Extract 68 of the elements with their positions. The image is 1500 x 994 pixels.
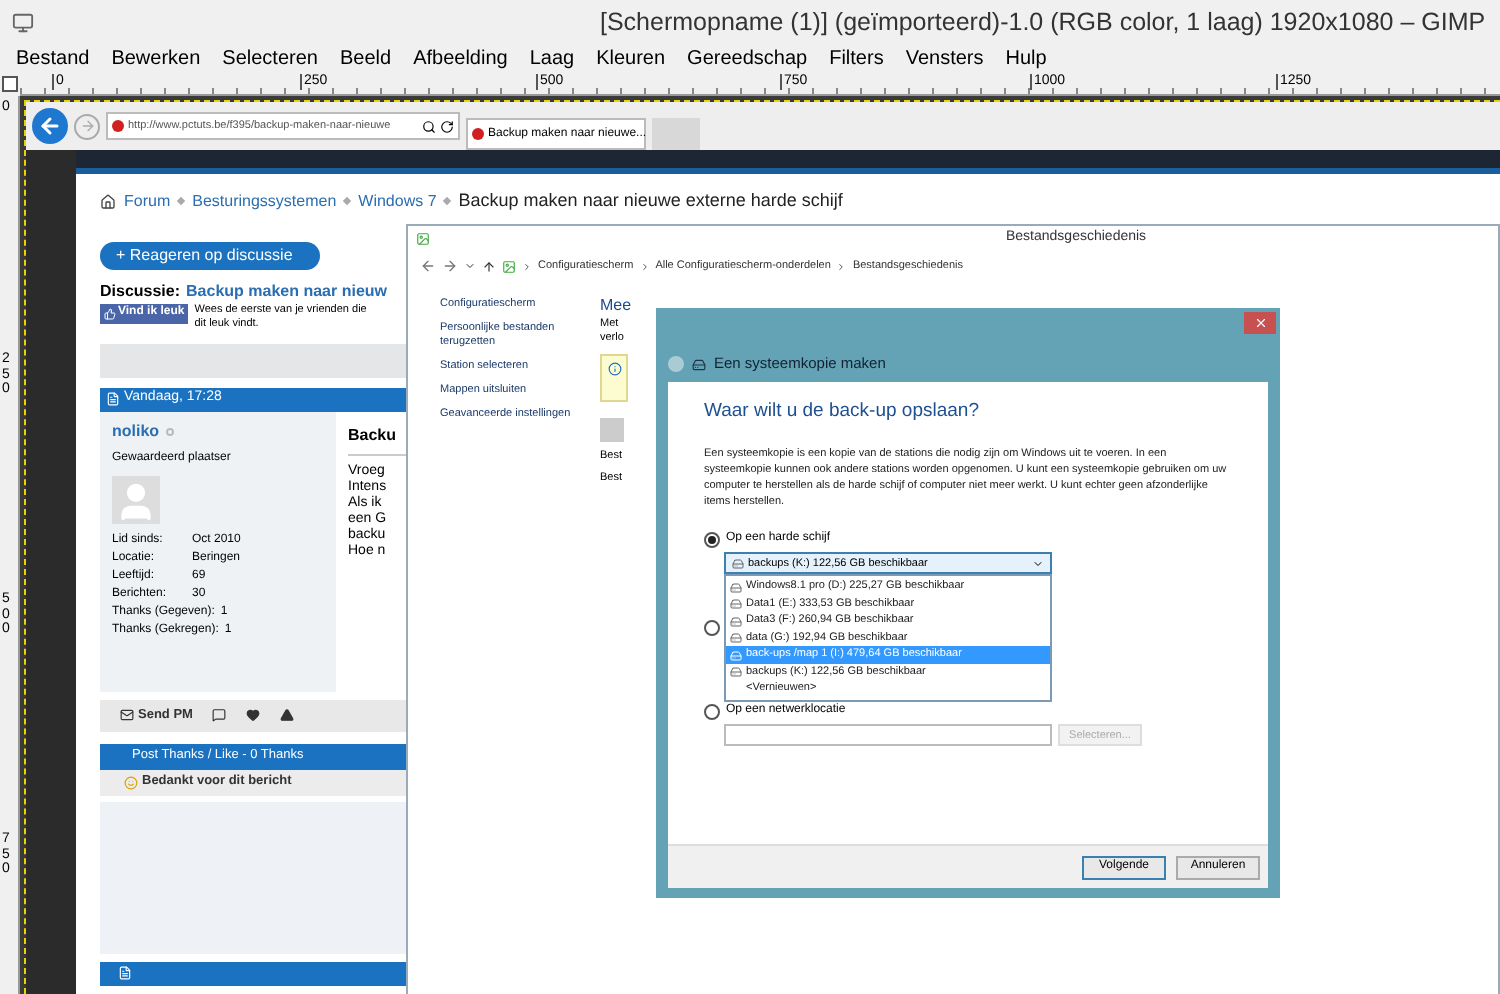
smiley-icon [124, 775, 138, 789]
radio-button[interactable] [704, 620, 720, 637]
forward-arrow-icon [79, 118, 95, 134]
menu-item[interactable]: Hulp [1005, 44, 1047, 74]
menu-item[interactable]: Bestand [16, 44, 90, 74]
chevron-icon [522, 261, 532, 271]
username-link[interactable]: noliko [112, 419, 160, 443]
page-title: Backup maken naar nieuwe externe harde schijf [458, 188, 843, 214]
menu-item[interactable]: Laag [529, 44, 575, 74]
drive-icon [730, 581, 742, 593]
refresh-icon[interactable] [440, 119, 454, 133]
info-banner [600, 354, 628, 402]
up-button[interactable] [482, 259, 496, 273]
chevron-icon [639, 261, 650, 271]
envelope-icon [120, 708, 134, 722]
warning-icon[interactable] [280, 708, 295, 722]
forward-button[interactable] [442, 258, 458, 274]
menu-item[interactable]: Afbeelding [413, 44, 508, 74]
drive-thumbnail [600, 418, 624, 442]
drive-icon [730, 598, 742, 610]
back-arrow-icon [38, 114, 62, 138]
status-icon [165, 427, 174, 435]
dialog-heading: Waar wilt u de back-up opslaan? [704, 398, 981, 426]
chevron-icon [836, 261, 847, 271]
label: Discussie: [100, 279, 181, 303]
document-icon [106, 392, 120, 406]
caret-icon[interactable] [464, 260, 476, 272]
radio-button[interactable] [704, 703, 720, 720]
back-button[interactable] [32, 108, 68, 144]
menu-item[interactable]: Beeld [339, 44, 392, 74]
site-icon [472, 128, 484, 140]
drive-icon [730, 666, 742, 678]
section-heading: Mee [600, 298, 632, 312]
caret-icon [1032, 557, 1044, 570]
breadcrumb-link[interactable]: Forum [124, 189, 171, 214]
document-icon [118, 966, 132, 980]
ruler-corner-icon [2, 76, 18, 92]
breadcrumb-link[interactable]: Windows 7 [358, 189, 437, 214]
window-icon [12, 11, 34, 33]
drive-icon [732, 557, 744, 570]
menu-item[interactable]: Kleuren [596, 44, 666, 74]
quote-icon[interactable] [212, 708, 227, 722]
menu-item[interactable]: Gereedschap [687, 44, 808, 74]
thumbs-up-icon [104, 307, 116, 319]
thread-title: Backup maken naar nieuw [186, 279, 388, 303]
separator-icon [443, 197, 452, 206]
menu-item[interactable]: Filters [829, 44, 884, 74]
site-icon [112, 120, 124, 132]
breadcrumb-link[interactable]: Besturingssystemen [192, 189, 337, 214]
separator-icon [343, 197, 352, 206]
home-icon[interactable] [100, 193, 116, 210]
reply-button[interactable]: + Reageren op discussie [100, 241, 320, 269]
menu-item[interactable]: Bewerken [111, 44, 201, 74]
close-button[interactable] [1244, 312, 1276, 334]
back-button[interactable] [420, 258, 436, 274]
menu-item[interactable]: Vensters [905, 44, 984, 74]
separator-icon [177, 197, 186, 206]
avatar-placeholder [112, 475, 160, 523]
path-input[interactable] [724, 724, 1052, 747]
close-icon [1253, 316, 1267, 330]
drive-icon [730, 649, 742, 661]
search-icon[interactable] [422, 119, 436, 133]
radio-button[interactable] [704, 531, 720, 548]
drive-icon [730, 632, 742, 644]
drive-icon [730, 615, 742, 627]
heart-icon[interactable] [246, 708, 261, 722]
menu-item[interactable]: Selecteren [222, 44, 318, 74]
window-title: [Schermopname (1)] (geïmporteerd)-1.0 (RGB color, 1 laag) 1920x1080 – GIMP [600, 5, 1486, 40]
